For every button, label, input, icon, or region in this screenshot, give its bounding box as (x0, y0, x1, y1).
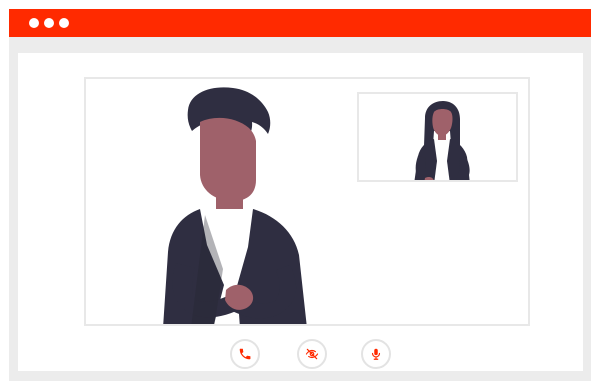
neck-icon (216, 190, 243, 209)
face-icon (200, 117, 256, 202)
microphone-button[interactable] (361, 339, 391, 369)
main-video-frame (84, 77, 530, 326)
neck-icon (438, 132, 446, 140)
call-content (18, 53, 583, 371)
microphone-icon (371, 348, 381, 360)
call-button[interactable] (230, 339, 260, 369)
call-controls (230, 339, 400, 375)
window-dot-one[interactable] (29, 18, 39, 28)
window-titlebar (9, 9, 591, 37)
face-icon (432, 109, 453, 136)
eye-off-icon (305, 348, 319, 360)
camera-toggle-button[interactable] (297, 339, 327, 369)
main-participant-avatar (163, 87, 307, 324)
video-call-window (9, 9, 591, 381)
self-participant-avatar (414, 101, 470, 180)
self-view-frame (357, 92, 518, 182)
window-dot-two[interactable] (44, 18, 54, 28)
phone-icon (239, 348, 251, 360)
window-dot-three[interactable] (59, 18, 69, 28)
